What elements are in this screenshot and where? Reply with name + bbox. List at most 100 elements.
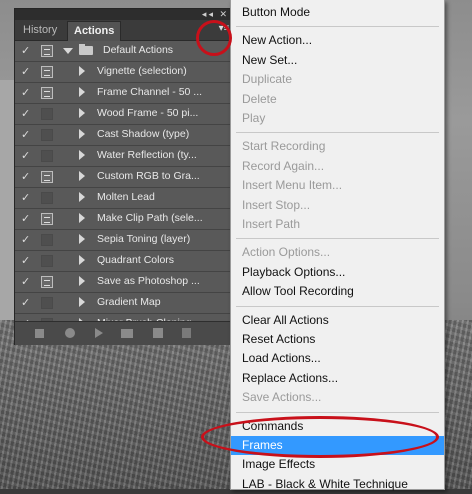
action-row[interactable]: ✓ Gradient Map [15, 293, 235, 314]
action-label: Wood Frame - 50 pi... [97, 107, 199, 119]
checkmark-icon[interactable]: ✓ [21, 149, 33, 163]
expand-arrow-icon[interactable] [79, 192, 85, 202]
menu-item-label: Duplicate [242, 72, 293, 87]
checkmark-icon[interactable]: ✓ [21, 275, 33, 289]
menu-item-play[interactable]: Play [231, 109, 444, 128]
menu-item-label: Action Options... [242, 245, 331, 260]
new-set-icon[interactable] [121, 329, 133, 338]
dialog-toggle-icon[interactable] [41, 276, 53, 288]
tab-actions[interactable]: Actions [67, 21, 122, 41]
dialog-toggle-icon[interactable] [41, 213, 53, 225]
menu-item-replace-actions[interactable]: Replace Actions... [231, 369, 444, 388]
expand-arrow-icon[interactable] [79, 108, 85, 118]
checkmark-icon[interactable]: ✓ [21, 170, 33, 184]
action-row[interactable]: ✓ Save as Photoshop ... [15, 272, 235, 293]
action-row[interactable]: ✓ Wood Frame - 50 pi... [15, 104, 235, 125]
menu-item-label: New Set... [242, 52, 298, 67]
action-row[interactable]: ✓ Water Reflection (ty... [15, 146, 235, 167]
checkmark-icon[interactable]: ✓ [21, 44, 33, 58]
actions-list: ✓ Default Actions ✓ Vignette (selection) ✓… [15, 41, 235, 335]
expand-arrow-icon[interactable] [79, 213, 85, 223]
checkmark-icon[interactable]: ✓ [21, 212, 33, 226]
expand-arrow-icon[interactable] [79, 297, 85, 307]
expand-arrow-icon[interactable] [79, 171, 85, 181]
expand-arrow-icon[interactable] [79, 150, 85, 160]
checkmark-icon[interactable]: ✓ [21, 86, 33, 100]
menu-item-action-options[interactable]: Action Options... [231, 243, 444, 262]
panel-title-strip: ◂◂ ✕ [15, 9, 235, 20]
record-icon[interactable] [65, 328, 75, 338]
menu-item-image-effects[interactable]: Image Effects [231, 455, 444, 474]
expand-arrow-icon[interactable] [79, 255, 85, 265]
dialog-toggle-icon[interactable] [41, 150, 53, 162]
action-row[interactable]: ✓ Frame Channel - 50 ... [15, 83, 235, 104]
menu-item-insert-menu-item[interactable]: Insert Menu Item... [231, 176, 444, 195]
dialog-toggle-icon[interactable] [41, 129, 53, 141]
checkmark-icon[interactable]: ✓ [21, 107, 33, 121]
menu-item-load-actions[interactable]: Load Actions... [231, 349, 444, 368]
action-label: Frame Channel - 50 ... [97, 86, 203, 98]
expand-arrow-icon[interactable] [63, 48, 73, 54]
checkmark-icon[interactable]: ✓ [21, 65, 33, 79]
tab-history[interactable]: History [17, 21, 63, 40]
action-row[interactable]: ✓ Custom RGB to Gra... [15, 167, 235, 188]
dialog-toggle-icon[interactable] [41, 66, 53, 78]
collapse-close-icons[interactable]: ◂◂ ✕ [202, 9, 229, 20]
dialog-toggle-icon[interactable] [41, 45, 53, 57]
action-label: Cast Shadow (type) [97, 128, 190, 140]
action-label: Vignette (selection) [97, 65, 187, 77]
menu-item-record-again[interactable]: Record Again... [231, 157, 444, 176]
action-row[interactable]: ✓ Quadrant Colors [15, 251, 235, 272]
menu-item-playback-options[interactable]: Playback Options... [231, 263, 444, 282]
menu-item-button-mode[interactable]: Button Mode [231, 3, 444, 22]
menu-item-insert-path[interactable]: Insert Path [231, 215, 444, 234]
action-row[interactable]: ✓ Cast Shadow (type) [15, 125, 235, 146]
checkmark-icon[interactable]: ✓ [21, 128, 33, 142]
menu-item-lab-black-white-technique[interactable]: LAB - Black & White Technique [231, 475, 444, 494]
menu-item-start-recording[interactable]: Start Recording [231, 137, 444, 156]
menu-item-reset-actions[interactable]: Reset Actions [231, 330, 444, 349]
dialog-toggle-icon[interactable] [41, 192, 53, 204]
action-set-label: Default Actions [103, 44, 174, 56]
menu-item-insert-stop[interactable]: Insert Stop... [231, 196, 444, 215]
dialog-toggle-icon[interactable] [41, 87, 53, 99]
expand-arrow-icon[interactable] [79, 66, 85, 76]
checkmark-icon[interactable]: ✓ [21, 254, 33, 268]
play-icon[interactable] [95, 328, 103, 338]
menu-item-new-set[interactable]: New Set... [231, 51, 444, 70]
menu-item-label: Record Again... [242, 158, 325, 173]
menu-item-duplicate[interactable]: Duplicate [231, 70, 444, 89]
action-row[interactable]: ✓ Sepia Toning (layer) [15, 230, 235, 251]
menu-item-label: Button Mode [242, 5, 311, 19]
checkmark-icon[interactable]: ✓ [21, 296, 33, 310]
checkmark-icon[interactable]: ✓ [21, 233, 33, 247]
expand-arrow-icon[interactable] [79, 234, 85, 244]
trash-icon[interactable] [182, 328, 191, 338]
menu-separator [236, 238, 439, 240]
dialog-toggle-icon[interactable] [41, 171, 53, 183]
menu-item-clear-all-actions[interactable]: Clear All Actions [231, 311, 444, 330]
menu-item-label: Delete [242, 91, 277, 106]
expand-arrow-icon[interactable] [79, 129, 85, 139]
expand-arrow-icon[interactable] [79, 276, 85, 286]
menu-item-save-actions[interactable]: Save Actions... [231, 388, 444, 407]
menu-item-new-action[interactable]: New Action... [231, 31, 444, 50]
menu-item-allow-tool-recording[interactable]: Allow Tool Recording [231, 282, 444, 301]
dialog-toggle-icon[interactable] [41, 297, 53, 309]
action-row[interactable]: ✓ Make Clip Path (sele... [15, 209, 235, 230]
action-label: Sepia Toning (layer) [97, 233, 191, 245]
dialog-toggle-icon[interactable] [41, 108, 53, 120]
action-label: Quadrant Colors [97, 254, 175, 266]
action-row[interactable]: ✓ Molten Lead [15, 188, 235, 209]
checkmark-icon[interactable]: ✓ [21, 191, 33, 205]
new-action-icon[interactable] [153, 328, 163, 338]
dialog-toggle-icon[interactable] [41, 255, 53, 267]
menu-item-delete[interactable]: Delete [231, 90, 444, 109]
dialog-toggle-icon[interactable] [41, 234, 53, 246]
action-label: Molten Lead [97, 191, 155, 203]
action-label: Gradient Map [97, 296, 161, 308]
stop-icon[interactable] [35, 329, 44, 338]
expand-arrow-icon[interactable] [79, 87, 85, 97]
menu-item-label: Replace Actions... [242, 370, 339, 385]
action-row[interactable]: ✓ Vignette (selection) [15, 62, 235, 83]
